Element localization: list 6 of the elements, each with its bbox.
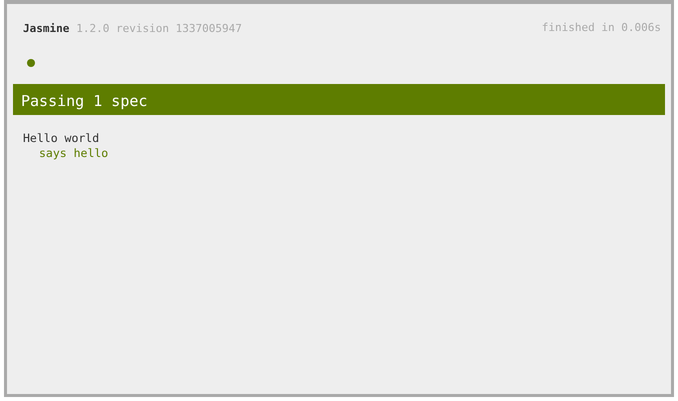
suite-name[interactable]: Hello world (23, 130, 100, 144)
version-text: 1.2.0 revision 1337005947 (76, 22, 242, 35)
spec-name[interactable]: says hello (39, 146, 108, 160)
duration-text: finished in 0.006s (542, 20, 661, 36)
app-title: Jasmine (23, 22, 70, 35)
summary-bar: Passing 1 spec (13, 84, 665, 114)
